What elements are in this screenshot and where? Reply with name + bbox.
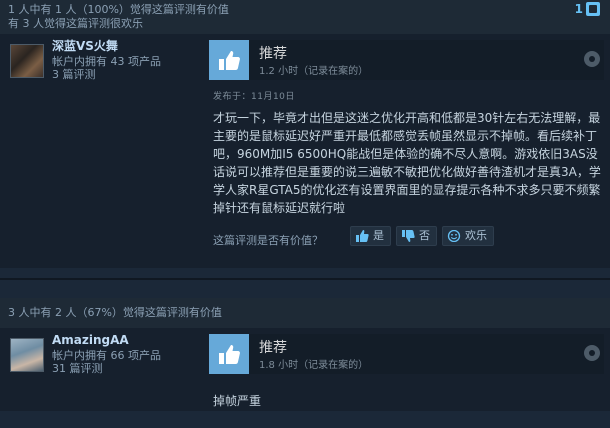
- steam-icon: [584, 51, 600, 67]
- posted-date: 发布于：11月10日: [213, 92, 295, 102]
- review-header: 1 人中有 1 人（100%）觉得这篇评测有价值 有 3 人觉得这篇评测很欢乐 …: [0, 0, 610, 34]
- review-content: 推荐 1.8 小时（记录在案的） 掉帧严重: [205, 328, 610, 411]
- thumbs-up-icon: [209, 40, 249, 80]
- review-divider: [0, 278, 610, 280]
- review-card-1: 1 人中有 1 人（100%）觉得这篇评测有价值 有 3 人觉得这篇评测很欢乐 …: [0, 0, 610, 270]
- vote-funny-button[interactable]: 欢乐: [442, 226, 494, 246]
- review-content: 推荐 1.2 小时（记录在案的） 发布于：11月10日 才玩一下，毕竟才出但是这…: [205, 34, 610, 268]
- review-body: 深蓝VS火舞 帐户内拥有 43 项产品 3 篇评测 推荐 1.2 小时（记录在案…: [0, 34, 610, 268]
- helpful-summary: 3 人中有 2 人（67%）觉得这篇评测有价值: [8, 306, 222, 319]
- products-owned[interactable]: 帐户内拥有 66 项产品: [52, 349, 161, 362]
- award-button[interactable]: 1: [575, 2, 600, 16]
- author-block: AmazingAA 帐户内拥有 66 项产品 31 篇评测: [52, 334, 161, 376]
- hours-played: 1.8 小时（记录在案的）: [259, 360, 369, 371]
- review-card-2: 3 人中有 2 人（67%）觉得这篇评测有价值 AmazingAA 帐户内拥有 …: [0, 298, 610, 428]
- verdict-box[interactable]: 推荐 1.2 小时（记录在案的）: [209, 40, 604, 80]
- award-count: 1: [574, 2, 583, 16]
- verdict-title: 推荐: [259, 340, 287, 356]
- helpful-question: 这篇评测是否有价值？: [213, 234, 323, 247]
- vote-funny-label: 欢乐: [465, 229, 487, 242]
- vote-buttons: 是 否 欢乐: [350, 226, 494, 246]
- smiley-icon: [447, 230, 461, 242]
- thumbs-down-icon: [402, 230, 415, 242]
- vote-yes-button[interactable]: 是: [350, 226, 391, 246]
- review-text: 才玩一下，毕竟才出但是这迷之优化开高和低都是30针左右无法理解，最主要的是鼠标延…: [213, 111, 601, 215]
- verdict-box[interactable]: 推荐 1.8 小时（记录在案的）: [209, 334, 604, 374]
- helpful-summary: 1 人中有 1 人（100%）觉得这篇评测有价值: [8, 3, 229, 16]
- award-icon: [586, 2, 600, 16]
- steam-icon: [584, 345, 600, 361]
- vote-no-label: 否: [419, 229, 430, 242]
- verdict-title: 推荐: [259, 46, 287, 62]
- avatar[interactable]: [10, 338, 44, 372]
- products-owned[interactable]: 帐户内拥有 43 项产品: [52, 55, 161, 68]
- author-name[interactable]: 深蓝VS火舞: [52, 40, 161, 53]
- review-count[interactable]: 3 篇评测: [52, 68, 161, 81]
- vote-no-button[interactable]: 否: [396, 226, 437, 246]
- hours-played: 1.2 小时（记录在案的）: [259, 66, 369, 77]
- author-block: 深蓝VS火舞 帐户内拥有 43 项产品 3 篇评测: [52, 40, 161, 82]
- thumbs-up-icon: [356, 230, 369, 242]
- thumbs-up-icon: [209, 334, 249, 374]
- review-count[interactable]: 31 篇评测: [52, 362, 161, 375]
- review-header: 3 人中有 2 人（67%）觉得这篇评测有价值: [0, 298, 610, 328]
- author-name[interactable]: AmazingAA: [52, 334, 161, 347]
- avatar[interactable]: [10, 44, 44, 78]
- review-body: AmazingAA 帐户内拥有 66 项产品 31 篇评测 推荐 1.8 小时（…: [0, 328, 610, 411]
- review-text: 掉帧严重: [213, 394, 262, 408]
- funny-summary: 有 3 人觉得这篇评测很欢乐: [8, 17, 143, 30]
- vote-yes-label: 是: [373, 229, 384, 242]
